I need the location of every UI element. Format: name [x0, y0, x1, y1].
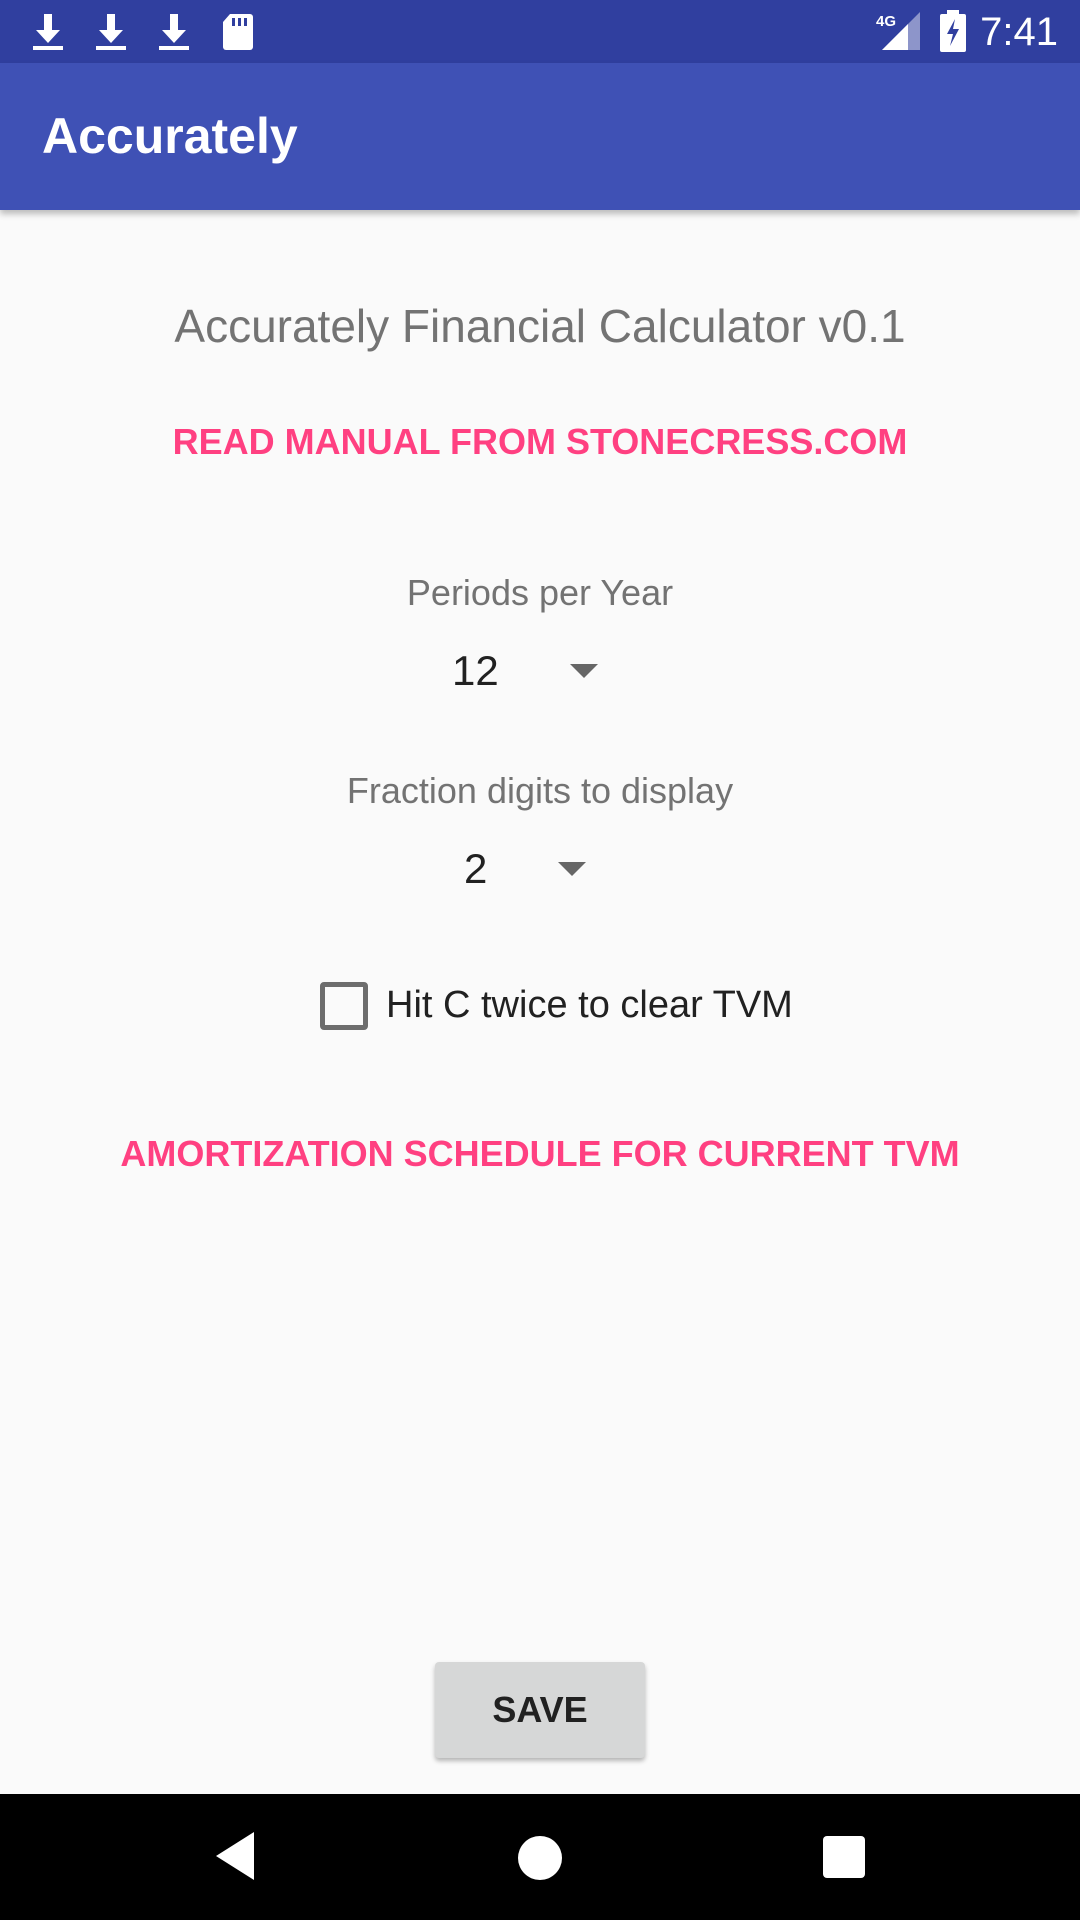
clear-tvm-checkbox[interactable] — [320, 982, 368, 1030]
network-type-label: 4G — [876, 13, 896, 30]
amortization-schedule-button[interactable]: AMORTIZATION SCHEDULE FOR CURRENT TVM — [0, 1130, 1080, 1178]
dropdown-arrow-icon — [570, 664, 598, 678]
signal-icon: 4G — [876, 12, 920, 50]
app-title: Accurately — [42, 108, 298, 164]
fraction-digits-value: 2 — [464, 845, 488, 892]
save-button[interactable]: SAVE — [435, 1662, 645, 1758]
back-icon[interactable] — [216, 1832, 254, 1880]
clear-tvm-checkbox-label[interactable]: Hit C twice to clear TVM — [386, 980, 793, 1030]
page-title: Accurately Financial Calculator v0.1 — [174, 300, 906, 352]
download-icon — [33, 14, 63, 50]
read-manual-button[interactable]: READ MANUAL FROM STONECRESS.COM — [0, 418, 1080, 466]
dropdown-arrow-icon — [558, 862, 586, 876]
periods-per-year-value: 12 — [452, 647, 499, 694]
download-icon — [96, 14, 126, 50]
status-bar: 4G 7:41 — [0, 0, 1080, 63]
home-icon[interactable] — [518, 1836, 562, 1880]
app-bar: Accurately — [0, 63, 1080, 210]
battery-charging-icon — [940, 10, 966, 52]
download-icon — [159, 14, 189, 50]
periods-per-year-label: Periods per Year — [406, 572, 674, 613]
fraction-digits-label: Fraction digits to display — [346, 770, 734, 811]
fraction-digits-dropdown[interactable]: 2 — [464, 834, 604, 904]
periods-per-year-dropdown[interactable]: 12 — [452, 636, 612, 706]
app-screen: 4G 7:41 Accurately Accurately Financial … — [0, 0, 1080, 1920]
recents-icon[interactable] — [823, 1836, 865, 1878]
status-time: 7:41 — [980, 10, 1058, 54]
sd-card-icon — [223, 14, 253, 50]
navigation-bar — [0, 1794, 1080, 1920]
